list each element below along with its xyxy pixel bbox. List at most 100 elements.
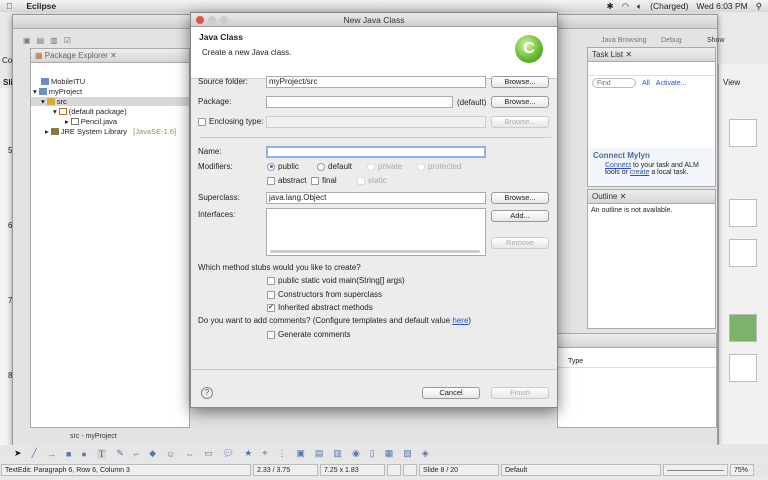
close-button[interactable] — [196, 16, 204, 24]
rectangle-tool-icon[interactable]: ■ — [66, 449, 71, 459]
activate-link[interactable]: Activate... — [656, 80, 687, 87]
close-icon[interactable]: ✕ — [625, 50, 632, 59]
gallery-icon[interactable]: ▤ — [315, 448, 324, 459]
battery-status[interactable]: (Charged) — [650, 1, 688, 11]
arrow-tool-icon[interactable]: → — [47, 449, 56, 459]
close-icon[interactable]: ✕ — [620, 192, 627, 201]
expand-icon[interactable]: ▸ — [65, 117, 69, 126]
perspective-debug[interactable]: Debug — [661, 37, 682, 44]
perspective-java-browsing[interactable]: Java Browsing — [601, 37, 647, 44]
from-file-icon[interactable]: ▣ — [296, 448, 305, 459]
connector-tool-icon[interactable]: ⌐ — [134, 449, 139, 459]
package-explorer-tab[interactable]: ▦ Package Explorer ✕ — [31, 49, 189, 63]
expand-icon[interactable]: ▾ — [41, 97, 45, 106]
volume-icon[interactable]: 🔈︎ — [637, 1, 642, 12]
zoom-button[interactable] — [220, 16, 228, 24]
all-link[interactable]: All — [642, 80, 650, 87]
modifier-default-radio[interactable]: default — [317, 162, 352, 171]
text-tool-icon[interactable]: T — [96, 448, 107, 459]
layout-thumbnail[interactable] — [729, 119, 757, 147]
superclass-input[interactable]: java.lang.Object — [266, 192, 486, 204]
tree-item-mobileitu[interactable]: MobileITU — [41, 77, 85, 86]
package-input[interactable] — [266, 96, 453, 108]
add-interface-button[interactable]: Add... — [491, 210, 549, 222]
stub-inherited-checkbox[interactable]: ✔ Inherited abstract methods — [267, 303, 373, 312]
final-checkbox[interactable]: final — [311, 176, 337, 185]
stub-constructors-checkbox[interactable]: Constructors from superclass — [267, 290, 382, 299]
tree-item-default-package[interactable]: ▾ (default package) — [53, 107, 127, 116]
align-icon[interactable]: ▦ — [385, 448, 394, 459]
new-icon[interactable]: ▣ — [23, 36, 31, 45]
points-icon[interactable]: ⌖ — [262, 448, 267, 459]
save-icon[interactable]: ▥ — [50, 36, 58, 45]
symbol-shapes-icon[interactable]: ☺ — [166, 449, 175, 459]
close-icon[interactable]: ✕ — [110, 51, 117, 60]
rotate-icon[interactable]: ▯ — [370, 448, 375, 459]
modifier-public-radio[interactable]: public — [267, 162, 299, 171]
apple-icon[interactable]:  — [6, 1, 12, 11]
column-type[interactable]: Type — [568, 358, 583, 365]
bluetooth-icon[interactable]: ✱ — [606, 1, 613, 12]
enclosing-browse-button[interactable]: Browse... — [491, 116, 549, 128]
clock[interactable]: Wed 6:03 PM — [696, 1, 747, 11]
tree-item-jre[interactable]: ▸ JRE System Library [JavaSE-1.6] — [45, 127, 176, 136]
line-tool-icon[interactable]: ╱ — [32, 448, 37, 459]
horizontal-scrollbar[interactable] — [270, 250, 480, 253]
tree-item-myproject[interactable]: ▾ myProject — [33, 87, 82, 96]
package-browse-button[interactable]: Browse... — [491, 96, 549, 108]
outline-tab[interactable]: Outline ✕ — [588, 190, 715, 204]
layout-thumbnail[interactable] — [729, 314, 757, 342]
shadow-icon[interactable]: ◈ — [422, 448, 429, 459]
run-icon[interactable]: ☑ — [64, 36, 71, 45]
create-link[interactable]: create — [630, 169, 649, 176]
zoom-slider[interactable] — [663, 464, 728, 476]
basic-shapes-icon[interactable]: ◆ — [149, 448, 156, 459]
fontwork-icon[interactable]: ▥ — [333, 448, 342, 459]
source-folder-browse-button[interactable]: Browse... — [491, 76, 549, 88]
ellipse-tool-icon[interactable]: ● — [81, 449, 86, 459]
layout-thumbnail[interactable] — [729, 199, 757, 227]
new-wizard-icon[interactable]: ▤ — [37, 36, 45, 45]
flowchart-icon[interactable]: ▭ — [204, 448, 213, 459]
block-arrows-icon[interactable]: ⇔ — [185, 449, 194, 459]
stars-icon[interactable]: ★ — [244, 448, 252, 459]
modifier-private-radio[interactable]: private — [367, 162, 402, 171]
connect-link[interactable]: Connect — [605, 162, 631, 169]
find-input[interactable] — [592, 78, 636, 88]
expand-icon[interactable]: ▾ — [53, 107, 57, 116]
tree-item-pencil-java[interactable]: ▸ Pencil.java — [65, 117, 117, 126]
generate-comments-checkbox[interactable]: Generate comments — [267, 330, 350, 339]
task-list-tab[interactable]: Task List ✕ — [588, 48, 715, 62]
cancel-button[interactable]: Cancel — [422, 387, 480, 399]
modifier-protected-radio[interactable]: protected — [417, 162, 461, 171]
spotlight-icon[interactable]: ⚲ — [756, 1, 762, 12]
view-menu[interactable]: View — [723, 78, 740, 87]
remove-interface-button[interactable]: Remove — [491, 237, 549, 249]
help-icon[interactable]: ? — [201, 387, 213, 399]
configure-templates-link[interactable]: here — [452, 316, 468, 325]
layout-thumbnail[interactable] — [729, 354, 757, 382]
expand-icon[interactable]: ▸ — [45, 127, 49, 136]
arrange-icon[interactable]: ▧ — [403, 448, 412, 459]
select-tool-icon[interactable]: ➤ — [14, 448, 22, 459]
superclass-browse-button[interactable]: Browse... — [491, 192, 549, 204]
abstract-checkbox[interactable]: abstract — [267, 176, 306, 185]
enclosing-type-checkbox[interactable]: Enclosing type: — [198, 117, 263, 126]
show-perspectives[interactable]: Show — [707, 37, 725, 44]
static-checkbox[interactable]: static — [357, 176, 387, 185]
tree-item-src[interactable]: ▾ src — [31, 97, 189, 106]
interfaces-list[interactable] — [266, 208, 486, 256]
expand-icon[interactable]: ▾ — [33, 87, 37, 96]
name-input[interactable] — [266, 146, 486, 158]
layout-thumbnail[interactable] — [729, 239, 757, 267]
enclosing-type-input[interactable] — [266, 116, 486, 128]
callouts-icon[interactable]: 💬︎ — [223, 448, 234, 459]
glue-icon[interactable]: ⋮ — [277, 448, 286, 459]
wifi-icon[interactable]: ◠ — [622, 1, 629, 12]
app-menu[interactable]: Eclipse — [26, 1, 56, 11]
finish-button[interactable]: Finish — [491, 387, 549, 399]
minimize-button[interactable] — [208, 16, 216, 24]
source-folder-input[interactable]: myProject/src — [266, 76, 486, 88]
extrusion-icon[interactable]: ◉ — [352, 448, 360, 459]
stub-main-checkbox[interactable]: public static void main(String[] args) — [267, 276, 405, 285]
